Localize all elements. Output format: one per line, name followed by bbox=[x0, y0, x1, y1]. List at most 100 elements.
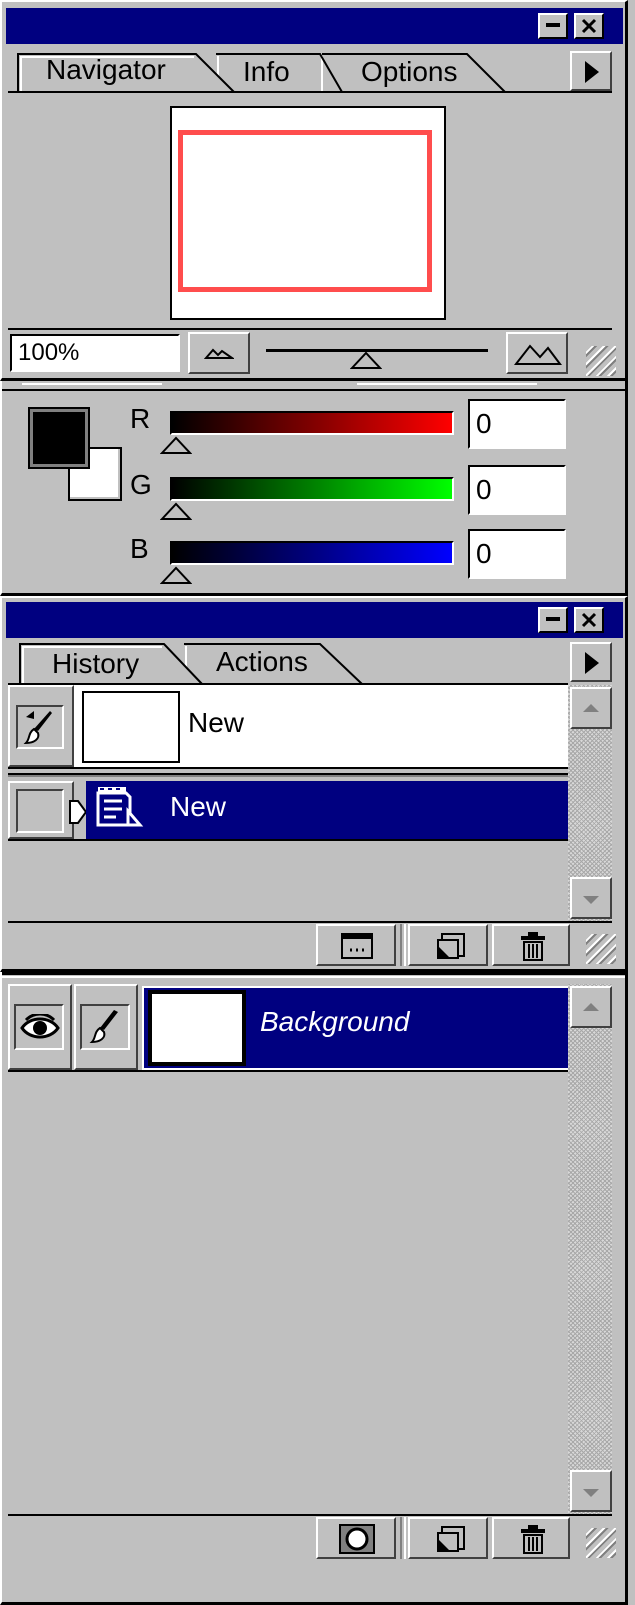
history-state-marker-icon[interactable] bbox=[68, 799, 88, 825]
scroll-down-button[interactable] bbox=[570, 877, 612, 919]
history-title-bar[interactable] bbox=[6, 602, 623, 638]
menu-arrow-icon bbox=[585, 652, 599, 674]
navigator-title-bar[interactable] bbox=[6, 8, 623, 44]
scroll-up-arrow-icon bbox=[583, 704, 599, 712]
history-menu-button[interactable] bbox=[570, 642, 612, 682]
new-document-icon bbox=[96, 787, 144, 827]
navigator-footer-line bbox=[8, 328, 612, 330]
layers-panel: Background bbox=[0, 972, 628, 1605]
collapsed-tab-edge bbox=[357, 381, 537, 385]
layer-selected[interactable]: Background bbox=[142, 986, 568, 1070]
scroll-down-button[interactable] bbox=[570, 1470, 612, 1512]
trash-icon bbox=[521, 1525, 545, 1554]
red-slider-thumb[interactable] bbox=[160, 435, 192, 455]
snapshot-source-box bbox=[16, 705, 64, 749]
layers-top-edge bbox=[2, 972, 625, 978]
history-list: New New bbox=[8, 685, 568, 921]
scroll-up-arrow-icon bbox=[583, 1003, 599, 1011]
eye-icon bbox=[20, 1014, 60, 1039]
red-value-input[interactable]: 0 bbox=[468, 399, 566, 449]
layer-visibility-cell[interactable] bbox=[8, 984, 72, 1070]
new-document-from-state-button[interactable] bbox=[316, 924, 396, 966]
state-source-box bbox=[16, 789, 64, 833]
footer-separator bbox=[400, 1517, 406, 1559]
scroll-down-arrow-icon bbox=[583, 896, 599, 904]
tab-history[interactable]: History bbox=[52, 648, 139, 680]
history-state-row[interactable]: New bbox=[8, 781, 568, 841]
scroll-up-button[interactable] bbox=[570, 687, 612, 729]
channel-label-g: G bbox=[130, 469, 152, 500]
layer-row[interactable]: Background bbox=[8, 984, 568, 1072]
tab-actions[interactable]: Actions bbox=[216, 646, 308, 678]
zoom-slider-thumb[interactable] bbox=[349, 350, 382, 370]
layer-name: Background bbox=[260, 1006, 410, 1037]
navigator-preview[interactable] bbox=[170, 106, 446, 320]
minimize-icon bbox=[546, 23, 560, 27]
close-button[interactable] bbox=[574, 607, 604, 633]
paintbrush-icon bbox=[89, 1010, 118, 1044]
resize-grip[interactable] bbox=[586, 1528, 616, 1558]
view-box-indicator[interactable] bbox=[178, 130, 432, 292]
state-source-cell[interactable] bbox=[8, 781, 74, 839]
layers-footer-line bbox=[8, 1514, 612, 1516]
delete-layer-button[interactable] bbox=[492, 1517, 570, 1559]
snapshot-row[interactable]: New bbox=[8, 685, 568, 769]
close-icon bbox=[581, 612, 597, 628]
tab-info[interactable]: Info bbox=[243, 56, 290, 88]
large-mountain-icon bbox=[514, 344, 562, 365]
art-brush-icon bbox=[23, 711, 52, 745]
zoom-input[interactable]: 100% bbox=[10, 334, 180, 372]
history-scrollbar[interactable] bbox=[568, 685, 612, 921]
foreground-color-swatch[interactable] bbox=[28, 407, 90, 469]
minimize-icon bbox=[546, 617, 560, 621]
layers-scrollbar[interactable] bbox=[568, 984, 612, 1514]
red-gradient-slider[interactable] bbox=[170, 411, 454, 435]
layers-list: Background bbox=[8, 984, 568, 1514]
tab-options[interactable]: Options bbox=[361, 56, 458, 88]
green-gradient-slider[interactable] bbox=[170, 477, 454, 501]
tab-baseline bbox=[8, 91, 612, 93]
zoom-out-button[interactable] bbox=[188, 332, 250, 374]
footer-separator bbox=[400, 924, 406, 966]
green-slider-thumb[interactable] bbox=[160, 501, 192, 521]
blue-gradient-slider[interactable] bbox=[170, 541, 454, 565]
menu-arrow-icon bbox=[585, 61, 599, 83]
collapsed-tab-strip bbox=[2, 381, 625, 391]
snapshot-thumbnail bbox=[82, 691, 180, 763]
channel-label-b: B bbox=[130, 533, 149, 564]
color-panel: R 0 G 0 B 0 bbox=[0, 381, 628, 596]
snapshot-label: New bbox=[188, 707, 245, 738]
blue-slider-thumb[interactable] bbox=[160, 565, 192, 585]
add-mask-button[interactable] bbox=[316, 1517, 396, 1559]
new-layer-icon bbox=[437, 1526, 465, 1552]
delete-state-button[interactable] bbox=[492, 924, 570, 966]
add-mask-icon bbox=[339, 1524, 375, 1554]
new-document-from-state-icon bbox=[341, 933, 373, 959]
minimize-button[interactable] bbox=[538, 607, 568, 633]
channel-label-r: R bbox=[130, 403, 151, 434]
navigator-menu-button[interactable] bbox=[570, 51, 612, 91]
layer-edit-cell[interactable] bbox=[74, 984, 138, 1070]
collapsed-tab-edge bbox=[22, 381, 162, 385]
new-layer-button[interactable] bbox=[408, 1517, 488, 1559]
layer-visibility-box bbox=[14, 1004, 64, 1050]
small-mountain-icon bbox=[204, 348, 234, 359]
resize-grip[interactable] bbox=[586, 346, 616, 376]
minimize-button[interactable] bbox=[538, 13, 568, 39]
zoom-in-button[interactable] bbox=[506, 332, 568, 374]
new-snapshot-icon bbox=[437, 933, 465, 959]
navigator-panel: Navigator Info Options 100% bbox=[0, 0, 628, 381]
resize-grip[interactable] bbox=[586, 934, 616, 964]
history-state-label: New bbox=[170, 791, 227, 822]
close-button[interactable] bbox=[574, 13, 604, 39]
new-snapshot-button[interactable] bbox=[408, 924, 488, 966]
snapshot-source-cell[interactable] bbox=[8, 685, 74, 767]
history-state-selected[interactable]: New bbox=[86, 781, 568, 839]
tab-navigator[interactable]: Navigator bbox=[46, 54, 166, 86]
green-value-input[interactable]: 0 bbox=[468, 465, 566, 515]
close-icon bbox=[581, 18, 597, 34]
history-panel: History Actions New New bbox=[0, 596, 628, 972]
blue-value-input[interactable]: 0 bbox=[468, 529, 566, 579]
scroll-up-button[interactable] bbox=[570, 986, 612, 1028]
trash-icon bbox=[521, 932, 545, 961]
